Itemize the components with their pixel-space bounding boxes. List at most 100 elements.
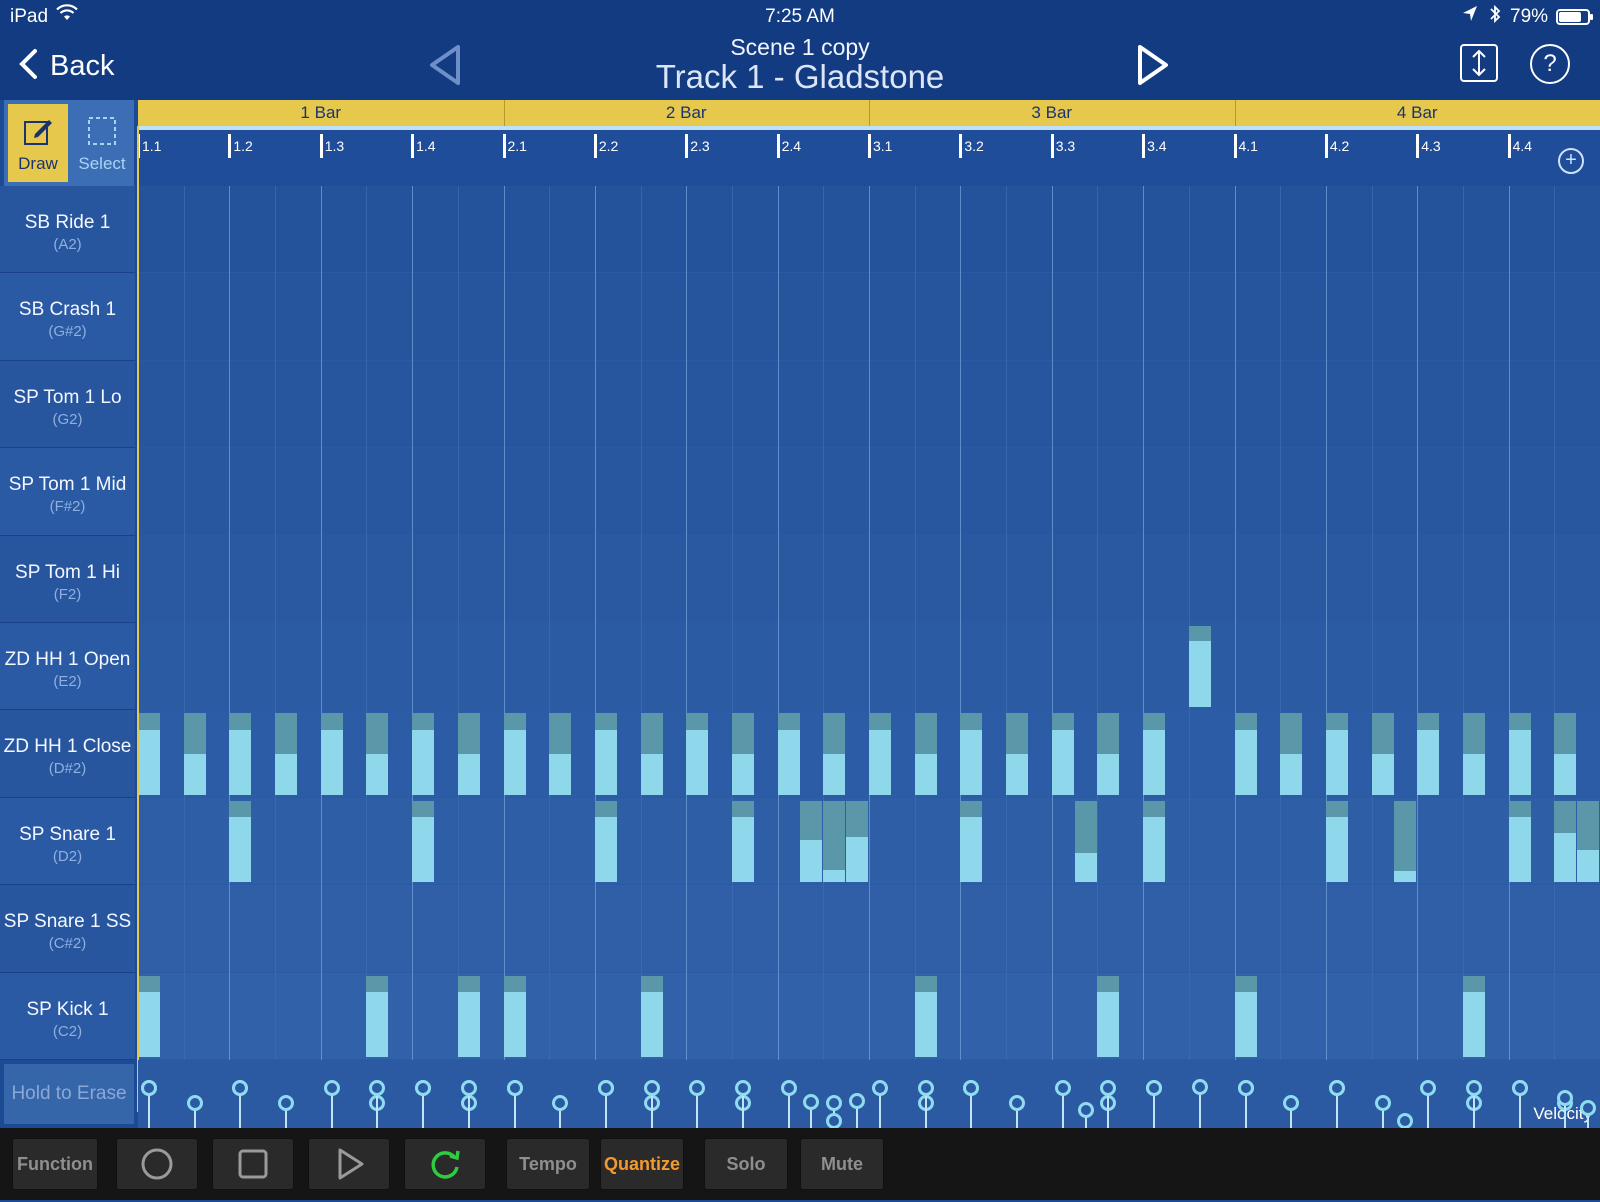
- note-block[interactable]: [1234, 713, 1257, 795]
- velocity-handle[interactable]: [1191, 1079, 1208, 1095]
- note-block[interactable]: [846, 800, 869, 883]
- beat-ruler[interactable]: + 1.1 1.2 1.3 1.4 2.1 2.2 2.3 2.4 3.1 3.2 3.3 3.4 4.…: [137, 126, 1600, 186]
- note-block[interactable]: [1097, 713, 1120, 795]
- lane-label[interactable]: SP Snare 1 (D2): [0, 797, 135, 886]
- velocity-handle[interactable]: [323, 1080, 340, 1096]
- note-block[interactable]: [960, 713, 983, 795]
- select-tool-button[interactable]: Select: [72, 104, 132, 182]
- note-block[interactable]: [275, 713, 298, 795]
- note-block[interactable]: [183, 713, 206, 795]
- velocity-handle[interactable]: [1580, 1100, 1597, 1116]
- velocity-handle[interactable]: [415, 1080, 432, 1096]
- velocity-lane[interactable]: Velocity: [138, 1060, 1600, 1129]
- velocity-handle[interactable]: [734, 1080, 751, 1096]
- note-block[interactable]: [1371, 713, 1394, 795]
- next-track-icon[interactable]: [1136, 44, 1170, 91]
- note-block[interactable]: [1006, 713, 1029, 795]
- velocity-handle[interactable]: [460, 1080, 477, 1096]
- bar-header[interactable]: 1 Bar 2 Bar 3 Bar 4 Bar: [138, 100, 1600, 126]
- note-block[interactable]: [731, 713, 754, 795]
- add-bar-button[interactable]: +: [1558, 148, 1584, 174]
- lane-label[interactable]: SP Kick 1 (C2): [0, 972, 135, 1060]
- velocity-handle[interactable]: [141, 1080, 157, 1096]
- note-block[interactable]: [1074, 800, 1097, 883]
- note-block[interactable]: [731, 800, 754, 883]
- lane-label[interactable]: SP Tom 1 Lo (G2): [0, 360, 135, 449]
- note-block[interactable]: [412, 800, 435, 883]
- note-block[interactable]: [960, 800, 983, 883]
- quantize-button[interactable]: Quantize: [600, 1138, 684, 1190]
- note-block[interactable]: [1508, 713, 1531, 795]
- cycle-button[interactable]: [404, 1138, 486, 1190]
- velocity-handle[interactable]: [826, 1112, 843, 1129]
- velocity-handle[interactable]: [1146, 1080, 1163, 1096]
- velocity-handle[interactable]: [826, 1095, 843, 1111]
- velocity-handle[interactable]: [597, 1080, 614, 1096]
- note-block[interactable]: [1508, 800, 1531, 883]
- lane-label[interactable]: SP Tom 1 Mid (F#2): [0, 448, 135, 536]
- note-block[interactable]: [1577, 800, 1600, 883]
- velocity-handle[interactable]: [1397, 1113, 1414, 1129]
- velocity-handle[interactable]: [872, 1080, 888, 1096]
- function-button[interactable]: Function: [12, 1138, 98, 1190]
- play-button[interactable]: [308, 1138, 390, 1190]
- lane-label[interactable]: ZD HH 1 Close (D#2): [0, 710, 135, 798]
- velocity-handle[interactable]: [1420, 1080, 1437, 1096]
- note-block[interactable]: [914, 975, 937, 1057]
- velocity-handle[interactable]: [278, 1095, 295, 1111]
- note-block[interactable]: [1325, 713, 1348, 795]
- velocity-handle[interactable]: [963, 1080, 980, 1096]
- velocity-handle[interactable]: [369, 1080, 386, 1096]
- note-block[interactable]: [1188, 626, 1211, 708]
- lane-label[interactable]: ZD HH 1 Open (E2): [0, 623, 135, 711]
- note-block[interactable]: [138, 975, 160, 1057]
- velocity-handle[interactable]: [552, 1095, 569, 1111]
- note-block[interactable]: [777, 713, 800, 795]
- lane-label[interactable]: SP Tom 1 Hi (F2): [0, 535, 135, 623]
- note-block[interactable]: [869, 713, 891, 795]
- velocity-handle[interactable]: [780, 1080, 797, 1096]
- velocity-handle[interactable]: [1328, 1080, 1345, 1096]
- note-block[interactable]: [320, 713, 343, 795]
- note-block[interactable]: [594, 713, 617, 795]
- velocity-handle[interactable]: [1237, 1080, 1254, 1096]
- stop-button[interactable]: [212, 1138, 294, 1190]
- note-block[interactable]: [823, 713, 846, 795]
- velocity-handle[interactable]: [1283, 1095, 1300, 1111]
- note-block[interactable]: [412, 713, 435, 795]
- note-block[interactable]: [914, 713, 937, 795]
- velocity-handle[interactable]: [689, 1080, 706, 1096]
- hold-to-erase-button[interactable]: Hold to Erase: [4, 1064, 134, 1124]
- record-button[interactable]: [116, 1138, 198, 1190]
- note-block[interactable]: [640, 713, 663, 795]
- note-block[interactable]: [1394, 800, 1417, 883]
- help-button[interactable]: ?: [1530, 44, 1570, 84]
- note-block[interactable]: [1051, 713, 1074, 795]
- note-block[interactable]: [594, 800, 617, 883]
- velocity-handle[interactable]: [917, 1080, 934, 1096]
- note-block[interactable]: [800, 800, 823, 883]
- note-block[interactable]: [229, 800, 252, 883]
- note-block[interactable]: [1325, 800, 1348, 883]
- note-block[interactable]: [1554, 800, 1577, 883]
- note-block[interactable]: [1143, 800, 1166, 883]
- velocity-handle[interactable]: [1077, 1102, 1094, 1118]
- note-block[interactable]: [823, 800, 846, 883]
- velocity-handle[interactable]: [1511, 1080, 1528, 1096]
- velocity-handle[interactable]: [506, 1080, 523, 1096]
- lane-label[interactable]: SP Snare 1 SS (C#2): [0, 885, 135, 973]
- note-block[interactable]: [1462, 713, 1485, 795]
- note-block[interactable]: [503, 975, 526, 1057]
- mute-button[interactable]: Mute: [800, 1138, 884, 1190]
- note-block[interactable]: [457, 975, 480, 1057]
- velocity-handle[interactable]: [1054, 1080, 1071, 1096]
- velocity-handle[interactable]: [1465, 1080, 1482, 1096]
- note-block[interactable]: [686, 713, 709, 795]
- note-block[interactable]: [457, 713, 480, 795]
- note-block[interactable]: [1097, 975, 1120, 1057]
- resize-lanes-icon[interactable]: [1460, 44, 1498, 82]
- note-block[interactable]: [1554, 713, 1577, 795]
- note-block[interactable]: [503, 713, 526, 795]
- note-block[interactable]: [1143, 713, 1166, 795]
- solo-button[interactable]: Solo: [704, 1138, 788, 1190]
